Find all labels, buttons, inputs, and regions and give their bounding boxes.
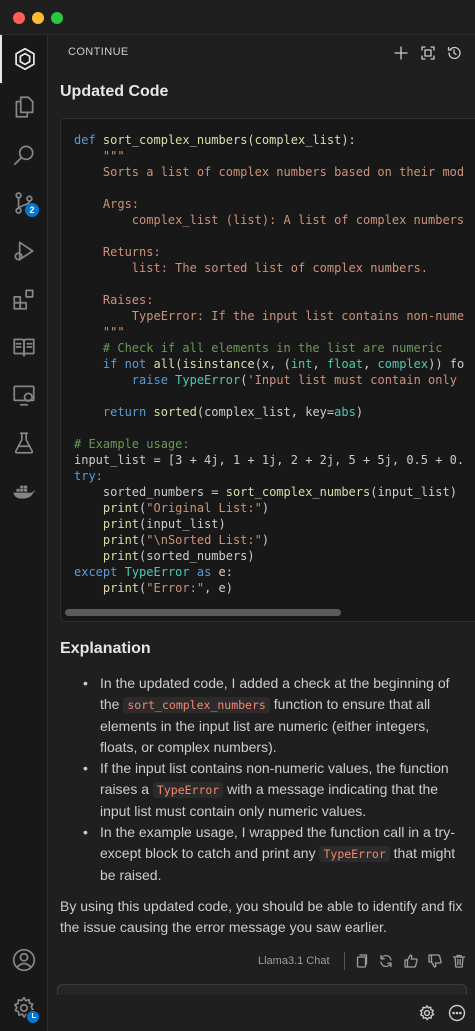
list-item: In the example usage, I wrapped the func… [60,822,470,886]
new-session-plus-icon[interactable] [391,43,411,63]
source-control-badge: 2 [25,203,39,217]
continue-logo-icon[interactable] [0,35,48,83]
inline-code: sort_complex_numbers [123,697,270,713]
code-block[interactable]: def sort_complex_numbers(complex_list): … [60,118,475,622]
remote-explorer-icon[interactable] [0,371,48,419]
window-titlebar [0,0,475,35]
extensions-icon[interactable] [0,275,48,323]
activity-bar: 2 [0,35,48,1031]
more-options-icon[interactable] [448,1004,466,1022]
code-content: def sort_complex_numbers(complex_list): … [74,133,465,595]
code-horizontal-scrollbar[interactable] [65,609,341,616]
model-label: Llama3.1 Chat [258,955,330,967]
testing-flask-icon[interactable] [0,419,48,467]
continue-panel: CONTINUE Updated Code def sort_complex_n… [49,35,475,1031]
inline-code: TypeError [152,782,224,798]
book-icon[interactable] [0,323,48,371]
copy-icon[interactable] [354,953,370,969]
explorer-files-icon[interactable] [0,83,48,131]
inline-code: TypeError [319,846,390,862]
closing-paragraph: By using this updated code, you should b… [60,898,463,935]
panel-title: CONTINUE [68,46,129,58]
window-close-button[interactable] [13,12,25,24]
updated-code-heading: Updated Code [60,83,169,100]
regenerate-icon[interactable] [378,953,394,969]
source-control-icon[interactable]: 2 [0,179,48,227]
docker-icon[interactable] [0,467,48,515]
window-minimize-button[interactable] [32,12,44,24]
fullscreen-icon[interactable] [418,43,438,63]
delete-icon[interactable] [451,953,467,969]
settings-gear-icon[interactable] [418,1004,436,1022]
panel-bottom-bar [49,995,475,1031]
message-footer: Llama3.1 Chat [49,950,475,974]
run-debug-icon[interactable] [0,227,48,275]
panel-header: CONTINUE [49,35,475,71]
footer-divider [344,952,345,970]
thumbs-up-icon[interactable] [403,953,419,969]
window-zoom-button[interactable] [51,12,63,24]
manage-gear-icon[interactable] [0,984,48,1031]
search-icon[interactable] [0,131,48,179]
account-icon[interactable] [0,936,48,984]
list-item: In the updated code, I added a check at … [60,673,470,758]
explanation-list: In the updated code, I added a check at … [60,673,470,886]
update-clock-badge [26,1010,40,1024]
history-icon[interactable] [444,43,464,63]
list-item: If the input list contains non-numeric v… [60,758,470,822]
explanation-body: In the updated code, I added a check at … [60,673,470,938]
thumbs-down-icon[interactable] [427,953,443,969]
explanation-heading: Explanation [60,640,151,657]
